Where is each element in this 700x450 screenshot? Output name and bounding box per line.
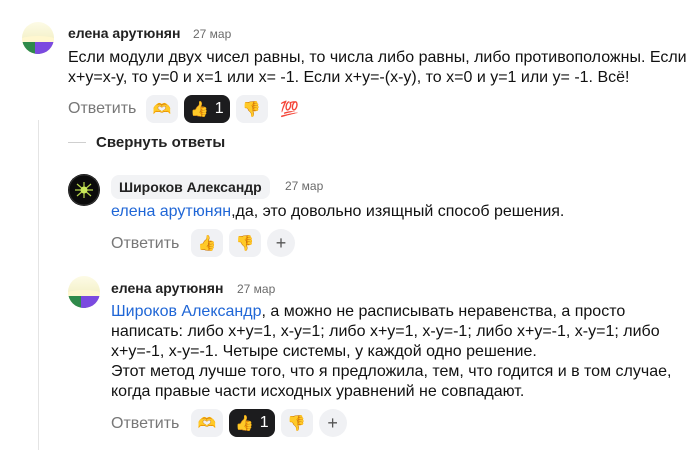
reply-body-line5: когда правые части исходных уравнений не…: [111, 383, 525, 400]
reaction-bar: 👍 👎 +: [191, 229, 295, 257]
reaction-count: 1: [214, 100, 224, 117]
reply-body-line2: написать: либо x+y=1, x-y=1; либо x+y=1,…: [111, 323, 660, 340]
reaction-thumbs-up[interactable]: 👍: [191, 229, 223, 257]
add-reaction-button[interactable]: +: [267, 229, 295, 257]
spider-logo-icon: [68, 174, 100, 206]
reply-text: елена арутюнян,да, это довольно изящный …: [111, 202, 691, 222]
reaction-thumbs-up[interactable]: 👍 1: [184, 95, 230, 123]
hundred-icon: 💯: [280, 100, 299, 118]
thread-line: [38, 120, 39, 450]
reply-body-line1: , а можно не расписывать неравенства, а …: [261, 303, 626, 320]
reaction-bar: 🫶 👍 1 👎 💯: [146, 95, 306, 123]
reply-author[interactable]: Широков Александр: [111, 175, 270, 199]
mention-link[interactable]: елена арутюнян: [111, 203, 231, 220]
reply-button[interactable]: Ответить: [111, 415, 179, 433]
reply-text: Широков Александр, а можно не расписыват…: [111, 302, 696, 402]
reaction-thumbs-down[interactable]: 👎: [235, 95, 268, 123]
collapse-label: Свернуть ответы: [96, 134, 226, 151]
reaction-thumbs-down[interactable]: 👎: [280, 409, 313, 437]
thumbs-down-icon: 👎: [242, 100, 261, 118]
collapse-replies-button[interactable]: Свернуть ответы: [68, 134, 225, 151]
reaction-heart-face[interactable]: 🫶: [146, 95, 178, 123]
reply-date: 27 мар: [237, 282, 276, 296]
reply-author[interactable]: елена арутюнян: [111, 280, 223, 296]
add-reaction-button[interactable]: +: [318, 409, 347, 437]
collapse-dash: [68, 142, 86, 143]
reply-date: 27 мар: [285, 179, 324, 193]
thumbs-down-icon: 👎: [235, 234, 255, 252]
thumbs-up-icon: 👍: [197, 234, 217, 252]
plus-icon: +: [275, 232, 287, 253]
reaction-heart-face[interactable]: 🫶: [191, 409, 223, 437]
reply-body-line3: x+y=-1, x-y=-1. Четыре системы, у каждой…: [111, 343, 537, 360]
heart-face-icon: 🫶: [197, 414, 217, 432]
reaction-hundred[interactable]: 💯: [274, 95, 306, 123]
avatar[interactable]: [22, 22, 54, 54]
reply-button[interactable]: Ответить: [111, 235, 179, 253]
comment-text: Если модули двух чисел равны, то числа л…: [68, 49, 687, 86]
comment-author[interactable]: елена арутюнян: [68, 25, 180, 41]
reaction-thumbs-up[interactable]: 👍 1: [229, 409, 275, 437]
reaction-bar: 🫶 👍 1 👎 +: [191, 409, 347, 437]
avatar[interactable]: [68, 276, 100, 308]
reply-button[interactable]: Ответить: [68, 100, 136, 118]
thumbs-down-icon: 👎: [287, 414, 306, 432]
reply-body-line4: Этот метод лучше того, что я предложила,…: [111, 363, 672, 380]
reaction-thumbs-down[interactable]: 👎: [229, 229, 261, 257]
avatar[interactable]: [68, 174, 100, 206]
plus-icon: +: [327, 412, 338, 433]
heart-face-icon: 🫶: [152, 100, 172, 118]
mention-link[interactable]: Широков Александр: [111, 303, 261, 320]
reply-body: ,да, это довольно изящный способ решения…: [231, 203, 565, 220]
reaction-count: 1: [259, 414, 269, 431]
comment-date: 27 мар: [193, 27, 232, 41]
thumbs-up-icon: 👍: [235, 414, 254, 432]
thumbs-up-icon: 👍: [190, 100, 209, 118]
